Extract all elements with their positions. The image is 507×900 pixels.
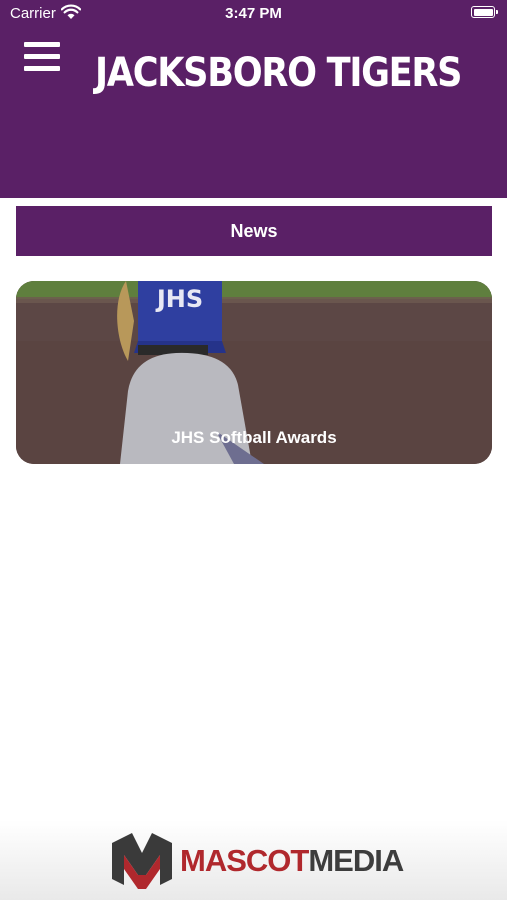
mascot-media-logo-icon bbox=[112, 833, 172, 889]
footer: MASCOTMEDIA bbox=[0, 820, 507, 900]
status-time: 3:47 PM bbox=[225, 5, 282, 22]
news-card[interactable]: JHS JHS Softball Awards bbox=[16, 281, 492, 464]
jersey-text: JHS bbox=[155, 285, 203, 313]
footer-brand-part1: MASCOT bbox=[180, 843, 309, 878]
news-card-title: JHS Softball Awards bbox=[171, 428, 337, 447]
section-title-bar: News bbox=[16, 206, 492, 256]
app-header: Carrier 3:47 PM JACKSBORO TIGERS bbox=[0, 0, 507, 198]
battery-icon bbox=[471, 6, 498, 18]
app-title: JACKSBORO TIGERS bbox=[95, 50, 463, 96]
footer-brand: MASCOTMEDIA bbox=[180, 843, 404, 879]
status-bar: Carrier 3:47 PM bbox=[0, 0, 507, 28]
hamburger-menu-icon[interactable] bbox=[24, 42, 60, 72]
footer-brand-part2: MEDIA bbox=[308, 843, 404, 878]
section-title: News bbox=[230, 220, 278, 241]
